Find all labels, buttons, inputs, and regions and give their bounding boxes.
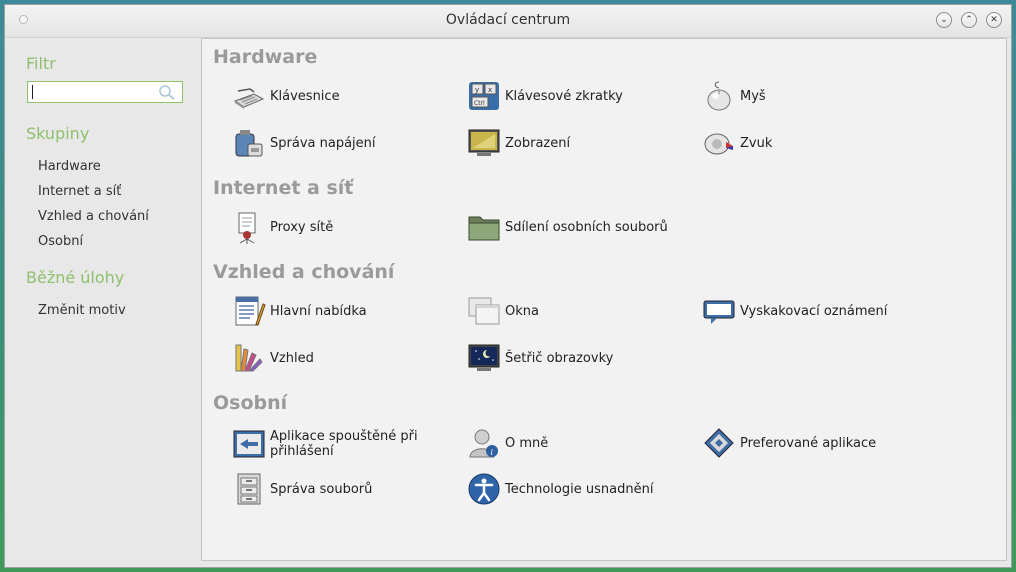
section-title-internet: Internet a síť [213,177,354,199]
sidebar-item-personal[interactable]: Osobní [38,234,83,249]
item-label: Hlavní nabídka [270,303,367,319]
item-label: Sdílení osobních souborů [505,219,668,235]
item-power-management[interactable]: Správa napájení [232,126,376,160]
item-sound[interactable]: Zvuk [702,126,772,160]
item-label: Klávesové zkratky [505,88,623,104]
item-label: Preferované aplikace [740,435,877,451]
sidebar-item-internet[interactable]: Internet a síť [38,184,121,199]
tasks-heading: Běžné úlohy [26,268,125,287]
item-label: Vzhled [270,350,314,366]
item-appearance[interactable]: Vzhled [232,341,314,375]
search-icon[interactable] [158,84,176,100]
file-management-icon [232,472,266,506]
screensaver-icon [467,341,501,375]
filter-input[interactable] [32,83,160,104]
item-label: Klávesnice [270,88,340,104]
item-label: Zvuk [740,135,773,151]
notification-icon [702,294,736,328]
network-proxy-icon [232,210,266,244]
close-button[interactable]: ✕ [986,12,1002,28]
filter-field[interactable] [27,81,183,104]
close-icon: ✕ [990,14,998,25]
item-label: Proxy sítě [270,219,334,235]
item-label: Vyskakovací oznámení [740,303,888,319]
text-cursor [32,85,33,99]
sound-icon [702,126,736,160]
item-label: Okna [505,303,539,319]
display-icon [467,126,501,160]
svg-text:x: x [488,86,492,94]
mouse-icon [702,79,736,113]
control-center-window: Ovládací centrum ⌄ ⌃ ✕ Filtr Skupiny Har… [4,4,1012,568]
item-label: Správa souborů [270,481,373,497]
item-preferred-applications[interactable]: Preferované aplikace [702,426,876,460]
window-title: Ovládací centrum [445,12,571,28]
groups-heading: Skupiny [26,124,90,143]
item-windows[interactable]: Okna [467,294,539,328]
filter-heading: Filtr [26,54,56,73]
item-label: O mně [505,435,549,451]
item-about-me[interactable]: i O mně [467,426,548,460]
item-popup-notifications[interactable]: Vyskakovací oznámení [702,294,887,328]
item-main-menu[interactable]: Hlavní nabídka [232,294,367,328]
item-screensaver[interactable]: Šetřič obrazovky [467,341,613,375]
maximize-button[interactable]: ⌃ [961,12,977,28]
svg-text:y: y [475,86,479,94]
sidebar-item-look-and-feel[interactable]: Vzhled a chování [38,209,149,224]
main-menu-icon [232,294,266,328]
item-network-proxy[interactable]: Proxy sítě [232,210,333,244]
item-display[interactable]: Zobrazení [467,126,570,160]
section-title-hardware: Hardware [213,46,318,68]
windows-icon [467,294,501,328]
item-mouse[interactable]: Myš [702,79,766,113]
section-title-personal: Osobní [213,392,288,414]
folder-share-icon [467,210,501,244]
preferred-apps-icon [702,426,736,460]
section-title-look-and-feel: Vzhled a chování [213,261,395,283]
appearance-icon [232,341,266,375]
item-startup-applications[interactable]: Aplikace spouštěné při přihlášení [232,427,430,461]
item-label: Zobrazení [505,135,571,151]
power-management-icon [232,126,266,160]
item-label: Myš [740,88,766,104]
chevron-down-icon: ⌄ [940,14,948,25]
titlebar[interactable]: Ovládací centrum ⌄ ⌃ ✕ [5,5,1011,38]
startup-apps-icon [232,427,266,461]
item-accessibility[interactable]: Technologie usnadnění [467,472,653,506]
minimize-button[interactable]: ⌄ [936,12,952,28]
svg-text:Ctrl: Ctrl [474,100,485,107]
sidebar: Filtr Skupiny Hardware Internet a síť Vz… [5,38,201,567]
item-label: Technologie usnadnění [505,481,654,497]
chevron-up-icon: ⌃ [965,14,973,25]
item-folder-sharing[interactable]: Sdílení osobních souborů [467,210,668,244]
keyboard-shortcuts-icon: y x Ctrl [467,79,501,113]
item-keyboard-shortcuts[interactable]: y x Ctrl Klávesové zkratky [467,79,623,113]
task-change-theme[interactable]: Změnit motiv [38,303,126,318]
accessibility-icon [467,472,501,506]
item-label: Šetřič obrazovky [505,350,614,366]
item-file-management[interactable]: Správa souborů [232,472,372,506]
keyboard-icon [232,79,266,113]
item-label: Správa napájení [270,135,376,151]
about-me-icon: i [467,426,501,460]
item-label: Aplikace spouštěné při přihlášení [270,429,418,459]
content-panel: Hardware Klávesnice y x Ctrl Klávesové zkr… [201,38,1007,561]
item-keyboard[interactable]: Klávesnice [232,79,340,113]
svg-text:i: i [491,448,494,457]
sidebar-item-hardware[interactable]: Hardware [38,159,101,174]
